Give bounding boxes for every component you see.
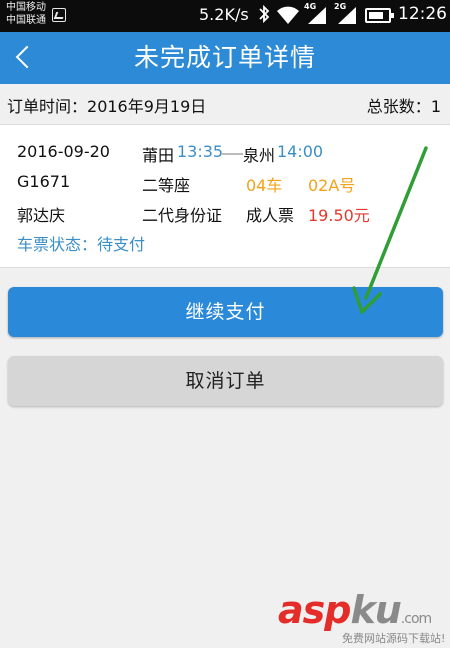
clock: 12:26 — [398, 4, 447, 24]
battery-icon — [365, 8, 394, 23]
ticket-type: 成人票 — [246, 206, 295, 225]
carrier-2: 中国联通 — [6, 15, 46, 26]
ticket-status-label: 车票状态： — [17, 235, 98, 254]
arrival-time: 14:00 — [277, 142, 324, 161]
ticket-status: 车票状态：待支付 — [17, 231, 145, 255]
bluetooth-icon — [258, 4, 270, 29]
ticket-count-label: 总张数： — [366, 97, 431, 116]
signal-icon-2 — [334, 5, 358, 25]
car-number: 04车 — [246, 176, 283, 195]
page-title: 未完成订单详情 — [133, 43, 316, 72]
carrier-1: 中国移动 — [6, 2, 46, 13]
continue-payment-button[interactable]: 继续支付 — [8, 287, 443, 337]
back-button[interactable] — [0, 32, 52, 84]
order-time-label: 订单时间： — [7, 97, 88, 116]
order-time: 订单时间：2016年9月19日 — [7, 93, 206, 117]
order-time-value: 2016年9月19日 — [87, 97, 207, 116]
passenger-name: 郭达庆 — [17, 206, 66, 225]
train-number: G1671 — [17, 172, 71, 191]
battery-level — [369, 12, 383, 19]
ticket-count: 总张数：1 — [367, 93, 441, 117]
title-bar: 未完成订单详情 — [0, 32, 450, 84]
carrier-names: 中国移动 中国联通 — [6, 1, 46, 27]
network-speed: 5.2K/s — [199, 5, 249, 24]
route-arrow-icon — [221, 153, 243, 155]
departure-time: 13:35 — [177, 142, 224, 161]
watermark: aspku.com 免费网站源码下载站! — [278, 588, 448, 646]
seat-number: 02A号 — [308, 176, 356, 195]
id-type: 二代身份证 — [142, 206, 223, 225]
departure-station: 莆田 — [142, 146, 175, 165]
wifi-icon — [276, 5, 300, 25]
ticket-count-value: 1 — [430, 97, 441, 116]
image-icon — [52, 8, 66, 22]
cancel-order-button[interactable]: 取消订单 — [8, 356, 443, 406]
watermark-logo: aspku.com — [278, 588, 432, 632]
ticket-price: 19.50元 — [308, 206, 370, 225]
travel-date: 2016-09-20 — [17, 142, 110, 161]
status-bar: 中国移动 中国联通 5.2K/s 4G 2G 12:26 — [0, 0, 450, 32]
arrival-station: 泉州 — [243, 146, 276, 165]
watermark-subtitle: 免费网站源码下载站! — [342, 632, 446, 645]
chevron-left-icon — [15, 45, 39, 69]
ticket-status-value: 待支付 — [97, 235, 146, 254]
seat-class: 二等座 — [142, 176, 191, 195]
signal-icon-1 — [304, 5, 328, 25]
order-summary: 订单时间：2016年9月19日 总张数：1 — [0, 84, 450, 122]
ticket-card: 2016-09-20 莆田 13:35 泉州 14:00 G1671 二等座 0… — [0, 124, 450, 268]
